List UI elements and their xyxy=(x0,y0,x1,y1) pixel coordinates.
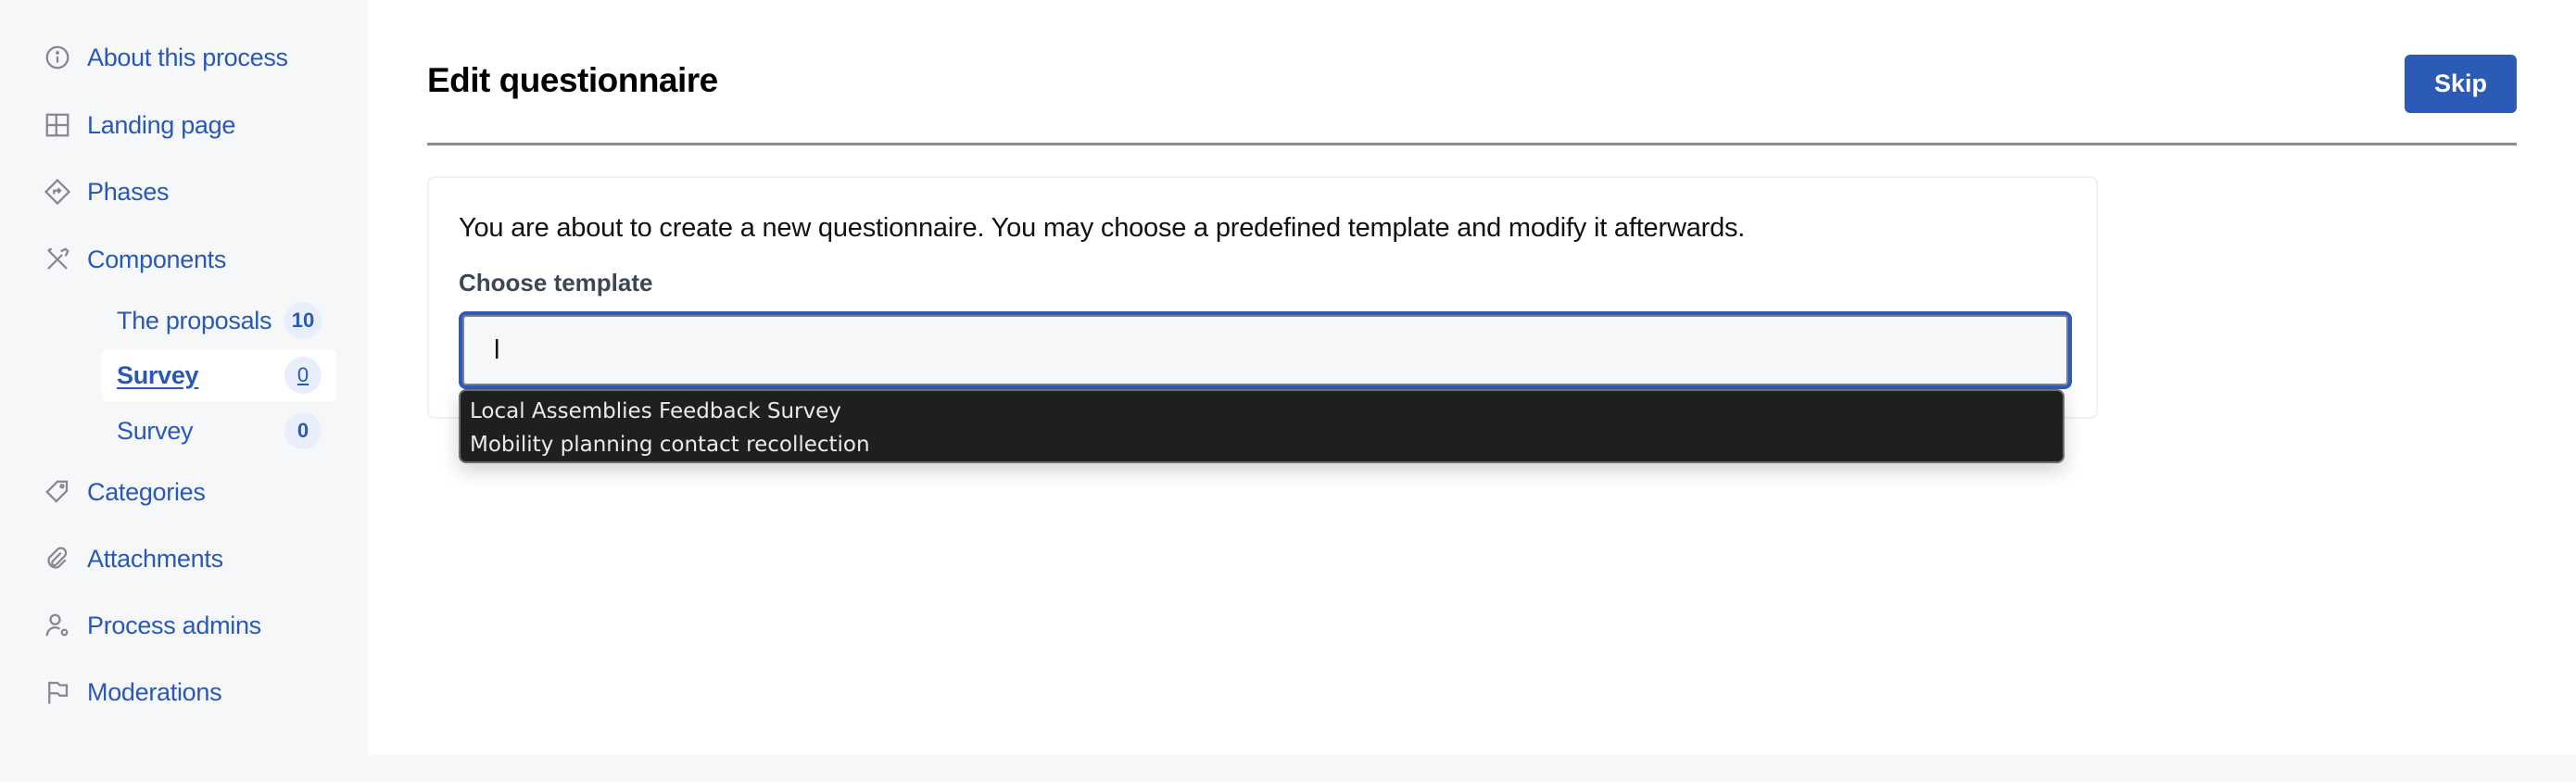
sidebar-item-label: Moderations xyxy=(87,677,222,706)
sidebar: About this process Landing page Phases C… xyxy=(0,0,368,782)
paperclip-icon xyxy=(41,542,74,575)
component-label: Survey xyxy=(117,360,199,389)
component-item-survey-active[interactable]: Survey 0 xyxy=(102,349,336,401)
page-title: Edit questionnaire xyxy=(427,61,718,99)
sidebar-item-label: Phases xyxy=(87,177,170,206)
sidebar-item-label: Landing page xyxy=(87,110,236,139)
sidebar-item-label: Components xyxy=(87,245,227,273)
sidebar-item-label: Categories xyxy=(87,477,206,506)
template-card: You are about to create a new questionna… xyxy=(427,176,2098,419)
sidebar-item-moderations[interactable]: Moderations xyxy=(41,674,222,711)
tag-icon xyxy=(41,475,74,509)
main-content: Edit questionnaire Skip You are about to… xyxy=(368,0,2576,755)
component-label: The proposals xyxy=(117,306,272,334)
sidebar-item-label: About this process xyxy=(87,43,288,71)
component-label: Survey xyxy=(117,416,194,445)
component-item-proposals[interactable]: The proposals 10 xyxy=(102,295,336,347)
component-item-survey[interactable]: Survey 0 xyxy=(102,405,336,457)
tools-icon xyxy=(41,243,74,276)
sidebar-item-label: Attachments xyxy=(87,544,223,573)
skip-button[interactable]: Skip xyxy=(2405,55,2517,113)
title-divider xyxy=(427,143,2517,145)
sidebar-item-label: Process admins xyxy=(87,611,261,639)
template-search-input[interactable] xyxy=(459,311,2072,389)
flag-icon xyxy=(41,675,74,709)
sidebar-item-about[interactable]: About this process xyxy=(41,39,288,76)
sidebar-item-attachments[interactable]: Attachments xyxy=(41,540,223,577)
suggestion-option[interactable]: Local Assemblies Feedback Survey xyxy=(461,395,2063,428)
sidebar-item-phases[interactable]: Phases xyxy=(41,173,170,210)
template-suggestions-dropdown: Local Assemblies Feedback Survey Mobilit… xyxy=(459,389,2065,463)
count-badge: 0 xyxy=(284,412,322,449)
layout-icon xyxy=(41,108,74,142)
intro-text: You are about to create a new questionna… xyxy=(459,213,1746,243)
sidebar-item-components[interactable]: Components xyxy=(41,241,226,278)
sidebar-item-categories[interactable]: Categories xyxy=(41,473,206,511)
sidebar-item-landing-page[interactable]: Landing page xyxy=(41,107,235,144)
choose-template-label: Choose template xyxy=(459,269,653,296)
sidebar-item-process-admins[interactable]: Process admins xyxy=(41,607,261,644)
count-badge: 0 xyxy=(284,357,322,394)
user-settings-icon xyxy=(41,609,74,642)
suggestion-option[interactable]: Mobility planning contact recollection xyxy=(461,428,2063,461)
direction-sign-icon xyxy=(41,175,74,208)
count-badge: 10 xyxy=(284,302,322,339)
info-icon xyxy=(41,41,74,74)
